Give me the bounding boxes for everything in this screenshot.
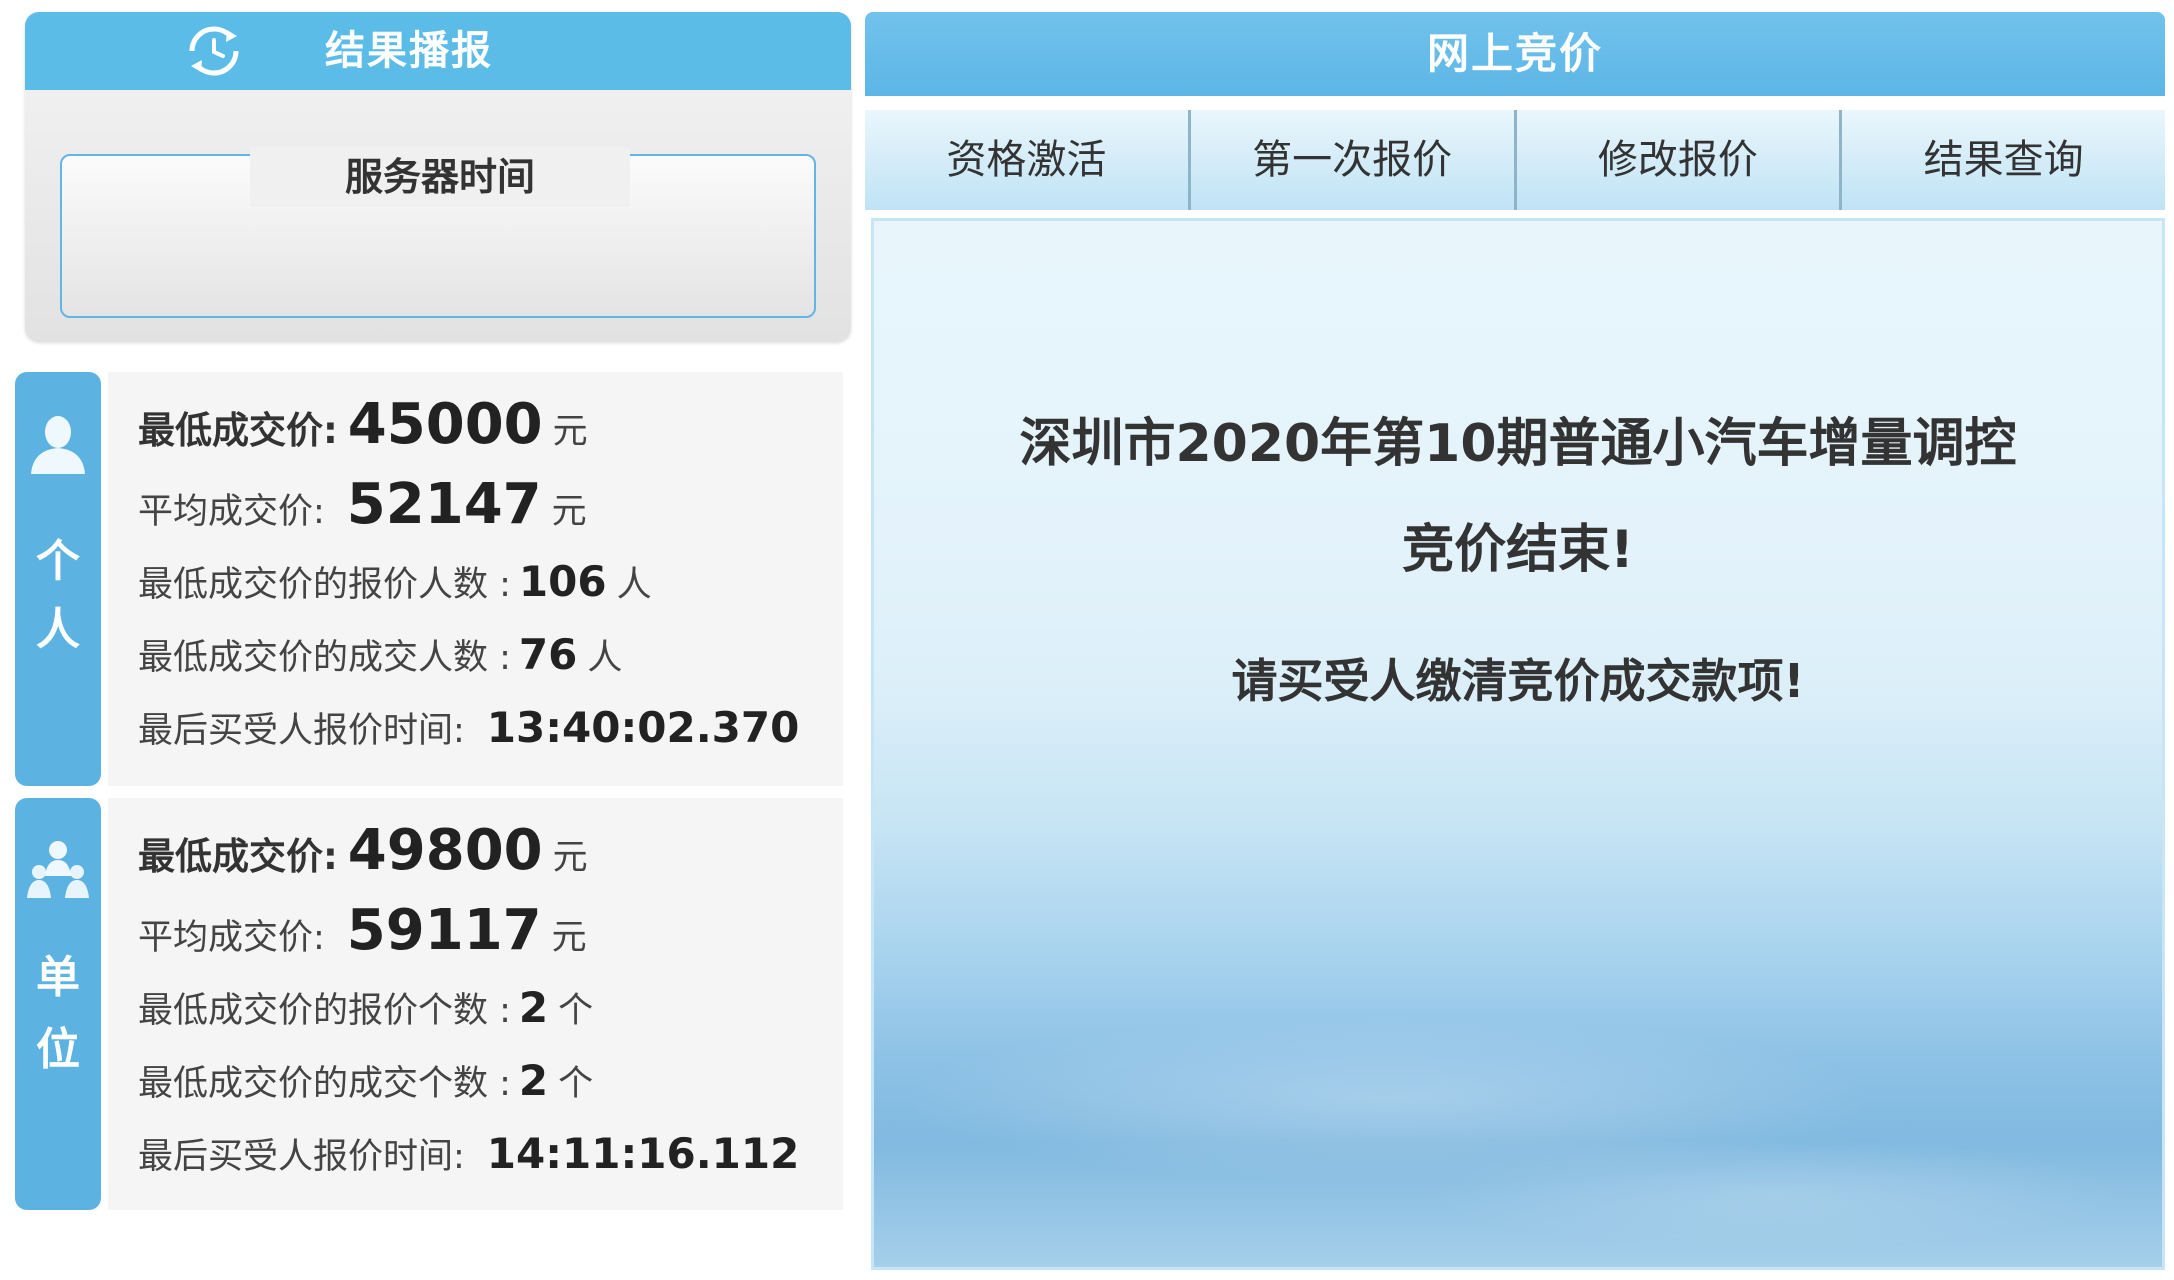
individual-tab-char-2: 人: [36, 604, 80, 655]
lowest-bidders-label: 最低成交价的报价人数 :: [138, 565, 511, 605]
avg-price-value: 59117: [346, 898, 542, 963]
last-bid-time-label: 最后买受人报价时间:: [138, 1137, 465, 1177]
tab-modify-bid[interactable]: 修改报价: [1516, 110, 1843, 210]
lowest-price-value: 45000: [347, 392, 543, 457]
person-unit: 人: [616, 565, 652, 605]
avg-price-label: 平均成交价:: [138, 918, 325, 958]
unit-stats: 最低成交价: 49800 元 平均成交价: 59117 元 最低成交价的报价个数 :2个…: [108, 798, 843, 1210]
unit-lowest-bidders-row: 最低成交价的报价个数 :2个: [138, 982, 593, 1033]
last-bid-time-label: 最后买受人报价时间:: [138, 711, 465, 751]
payment-reminder-message: 请买受人缴清竞价成交款项!: [1231, 654, 1805, 708]
result-broadcast-title: 结果播报: [325, 28, 493, 74]
organization-icon: [27, 841, 89, 898]
auction-title-message: 深圳市2020年第10期普通小汽车增量调控: [1019, 414, 2017, 474]
count-unit: 个: [558, 1064, 594, 1104]
currency-unit: 元: [551, 492, 587, 532]
unit-tab-char-1: 单: [36, 952, 80, 1003]
individual-tab[interactable]: 个 人: [15, 372, 101, 786]
avg-price-value: 52147: [346, 472, 542, 537]
unit-tab-char-2: 位: [36, 1024, 80, 1075]
avg-price-label: 平均成交价:: [138, 492, 325, 532]
lowest-deals-label: 最低成交价的成交人数 :: [138, 638, 511, 678]
bidding-tabs: 资格激活 第一次报价 修改报价 结果查询: [865, 110, 2165, 210]
tab-result-query[interactable]: 结果查询: [1842, 110, 2165, 210]
result-broadcast-header: 结果播报: [25, 12, 851, 90]
lowest-price-label: 最低成交价:: [138, 409, 338, 452]
server-time-label: 服务器时间: [250, 147, 630, 207]
result-broadcast-panel: 结果播报 服务器时间: [25, 12, 851, 342]
individual-tab-char-1: 个: [36, 536, 80, 587]
individual-avg-price-row: 平均成交价: 52147 元: [138, 472, 587, 537]
count-unit: 个: [558, 991, 594, 1031]
tab-qualification-activation[interactable]: 资格激活: [865, 110, 1191, 210]
lowest-bidders-value: 106: [518, 557, 607, 606]
individual-last-bid-time-row: 最后买受人报价时间: 13:40:02.370: [138, 702, 799, 753]
lowest-bidders-value: 2: [518, 983, 549, 1032]
person-unit: 人: [587, 638, 623, 678]
tab-first-bid[interactable]: 第一次报价: [1190, 110, 1517, 210]
auction-ended-message: 竞价结束!: [1402, 520, 1634, 580]
currency-unit: 元: [552, 412, 588, 452]
lowest-bidders-label: 最低成交价的报价个数 :: [138, 991, 511, 1031]
unit-lowest-price-row: 最低成交价: 49800 元: [138, 818, 588, 883]
bidding-content: 深圳市2020年第10期普通小汽车增量调控 竞价结束! 请买受人缴清竞价成交款项…: [871, 218, 2165, 1270]
individual-lowest-price-row: 最低成交价: 45000 元: [138, 392, 588, 457]
unit-last-bid-time-row: 最后买受人报价时间: 14:11:16.112: [138, 1128, 799, 1179]
refresh-icon[interactable]: [183, 20, 245, 82]
lowest-deals-value: 76: [518, 630, 578, 679]
unit-tab[interactable]: 单 位: [15, 798, 101, 1210]
lowest-deals-value: 2: [518, 1056, 549, 1105]
left-column: 结果播报 服务器时间 个 人 最低成交价: 45000 元 平均成交价: 52147 元…: [0, 0, 860, 1280]
online-bidding-title: 网上竞价: [865, 12, 2165, 96]
currency-unit: 元: [551, 918, 587, 958]
online-bidding-panel: 网上竞价 资格激活 第一次报价 修改报价 结果查询 深圳市2020年第10期普通…: [865, 12, 2165, 1274]
lowest-deals-label: 最低成交价的成交个数 :: [138, 1064, 511, 1104]
unit-lowest-deals-row: 最低成交价的成交个数 :2个: [138, 1055, 593, 1106]
individual-lowest-bidders-row: 最低成交价的报价人数 :106 人: [138, 556, 652, 607]
last-bid-time-value: 14:11:16.112: [486, 1129, 800, 1178]
lowest-price-value: 49800: [347, 818, 543, 883]
last-bid-time-value: 13:40:02.370: [486, 703, 800, 752]
person-avatar-icon: [31, 416, 85, 474]
currency-unit: 元: [552, 838, 588, 878]
lowest-price-label: 最低成交价:: [138, 835, 338, 878]
unit-avg-price-row: 平均成交价: 59117 元: [138, 898, 587, 963]
individual-lowest-deals-row: 最低成交价的成交人数 :76 人: [138, 629, 622, 680]
individual-stats: 最低成交价: 45000 元 平均成交价: 52147 元 最低成交价的报价人数 :10…: [108, 372, 843, 786]
